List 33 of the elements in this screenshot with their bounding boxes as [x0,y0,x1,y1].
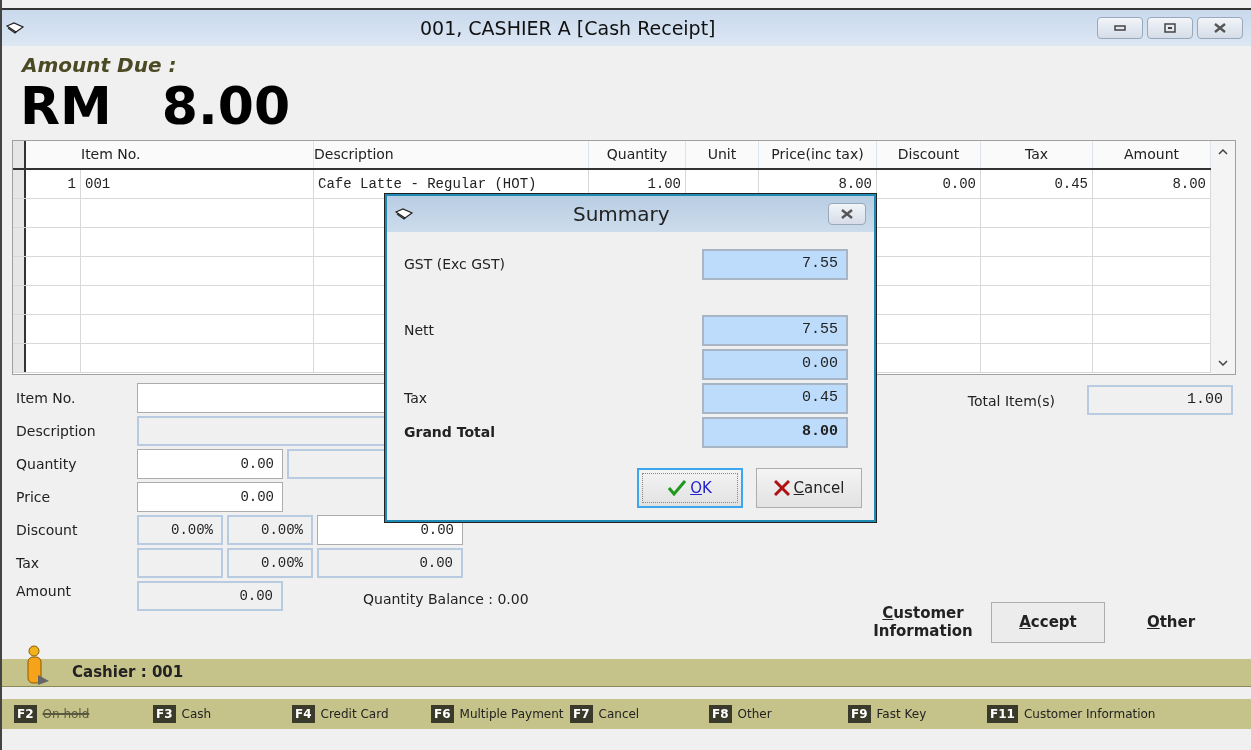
summary-label: Tax [404,389,428,408]
summary-value-field: 8.00 [702,417,848,448]
table-cell-text: 0.45 [1054,174,1088,194]
summary-value-field: 7.55 [702,315,848,346]
quantity-balance-text: Quantity Balance : 0.00 [363,589,529,609]
total-items-label: Total Item(s) [967,392,1055,411]
table-cell-text: 8.00 [838,174,872,194]
field-label: Amount [16,582,72,601]
total-items-field: 1.00 [1087,385,1233,415]
summary-label: Nett [404,321,435,340]
table-cell-text: Cafe Latte - Regular (HOT) [318,174,537,194]
field-label: Quantity [16,454,78,474]
row-number: 1 [67,174,76,194]
summary-label: GST (Exc GST) [404,255,505,274]
summary-value-field: 0.00 [702,349,848,380]
table-cell-text: 001 [85,174,111,194]
amount-due-value: 8.00 [161,80,291,132]
table-cell-text: 8.00 [1172,174,1206,194]
table-cell-text: 1.00 [647,174,681,194]
currency-label: RM [20,80,112,132]
cashier-label: Cashier : 001 [72,662,184,684]
field-label: Tax [16,553,41,573]
field-label: Description [16,421,97,441]
summary-label: Grand Total [404,423,495,442]
summary-value-field: 0.45 [702,383,848,414]
summary-value-field: 7.55 [702,249,848,280]
field-label: Item No. [16,388,77,408]
window-title: 001, CASHIER A [Cash Receipt] [420,15,716,41]
table-cell-text: 0.00 [942,174,976,194]
field-label: Discount [16,520,79,540]
field-label: Price [16,487,52,507]
amount-due-label: Amount Due : [22,53,177,77]
dialog-title: Summary [573,201,670,228]
